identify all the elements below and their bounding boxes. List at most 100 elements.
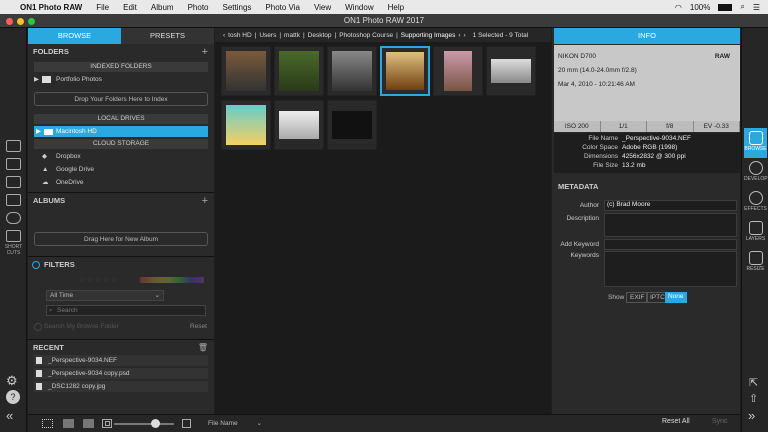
add-keyword-field[interactable] [604,239,737,250]
module-develop[interactable]: DEVELOP [744,158,768,188]
add-folder-icon[interactable]: + [202,45,208,59]
chevron-right-icon[interactable]: › [464,32,466,39]
new-album-drop-zone[interactable]: Drag Here for New Album [34,232,208,246]
path-segment[interactable]: Desktop [308,32,332,39]
menu-album[interactable]: Album [151,3,174,12]
camera-icon[interactable] [6,158,21,170]
thumbnail[interactable] [274,46,324,96]
rating-stars[interactable]: ☆☆☆☆☆ [78,275,119,284]
drive-icon[interactable] [6,194,21,206]
show-none-button[interactable]: None [665,292,687,303]
reset-all-button[interactable]: Reset All [662,418,690,425]
thumbnail[interactable] [486,46,536,96]
cloud-item-google-drive[interactable]: ▲ Google Drive [34,164,208,175]
expand-arrow-icon[interactable]: ▶ [34,74,39,85]
detail-view-icon[interactable] [63,419,74,428]
cloud-item-onedrive[interactable]: ☁ OneDrive [34,177,208,188]
cloud-item-dropbox[interactable]: ◆ Dropbox [34,151,208,162]
drive-item-label: Macintosh HD [56,128,97,135]
color-label-swatches[interactable] [140,277,204,283]
thumbnail[interactable] [327,100,377,150]
zoom-window-icon[interactable] [28,18,35,25]
thumbnail[interactable] [274,100,324,150]
filter-reset-button[interactable]: Reset [190,323,207,330]
filter-toggle-icon[interactable] [32,261,40,269]
description-field[interactable] [604,213,737,237]
path-segment[interactable]: Photoshop Course [339,32,393,39]
filter-search-input[interactable]: ⌕ Search [46,305,206,316]
folder-item-portfolio[interactable]: ▶ Portfolio Photos [34,74,208,85]
share-icon[interactable]: ⇱ [749,376,758,389]
thumbnail-selected[interactable] [380,46,430,96]
menu-view[interactable]: View [314,3,331,12]
search-icon[interactable]: ⌕ [740,2,744,12]
module-browse[interactable]: BROWSE [744,128,767,158]
cloud-icon[interactable] [6,212,21,224]
chevron-left-icon[interactable]: ‹ [458,32,460,39]
export-icon[interactable]: ⇧ [749,392,758,405]
module-label: LAYERS [745,236,766,242]
info-header[interactable]: INFO [554,28,740,44]
folders-header[interactable]: FOLDERS + [28,45,214,59]
shortcuts-label: SHORT CUTS [4,244,23,256]
wifi-icon[interactable]: ◠ [675,3,682,12]
menu-window[interactable]: Window [345,3,373,12]
menu-photo[interactable]: Photo [188,3,209,12]
sort-dropdown[interactable]: File Name ⌄ [208,418,264,429]
filmstrip-view-icon[interactable] [83,419,94,428]
menu-photo-via[interactable]: Photo Via [265,3,300,12]
minimize-window-icon[interactable] [17,18,24,25]
menu-list-icon[interactable]: ☰ [753,3,760,12]
help-icon[interactable]: ? [6,390,20,404]
sync-button[interactable]: Sync [712,418,728,425]
author-field[interactable]: (c) Brad Moore [604,200,737,211]
module-effects[interactable]: EFFECTS [744,188,767,218]
thumbnail[interactable] [327,46,377,96]
heart-album-icon[interactable] [6,176,21,188]
drop-folders-zone[interactable]: Drop Your Folders Here to Index [34,92,208,106]
thumbnail[interactable] [433,46,483,96]
module-layers[interactable]: LAYERS [744,218,767,248]
recent-header[interactable]: RECENT 🗑 [28,341,214,355]
close-window-icon[interactable] [6,18,13,25]
menu-edit[interactable]: Edit [123,3,137,12]
thumbnail-size-slider[interactable] [114,423,174,425]
info-panel: INFO NIKON D700 RAW 20 mm (14.0-24.0mm f… [552,28,740,414]
thumbnail[interactable] [221,46,271,96]
collapse-right-icon[interactable]: » [748,408,755,423]
metadata-title[interactable]: METADATA [558,182,598,191]
date-dropdown[interactable]: All Time ⌄ [46,290,164,301]
drive-item-macintosh-hd[interactable]: ▶ Macintosh HD [34,126,208,137]
path-segment[interactable]: Users [259,32,276,39]
trash-icon[interactable]: 🗑 [198,341,208,355]
expand-arrow-icon[interactable]: ▶ [36,126,41,137]
shortcuts-icon[interactable] [6,230,21,242]
chevron-left-icon[interactable]: ‹ [223,32,225,39]
add-album-icon[interactable]: + [202,194,208,208]
grid-view-icon[interactable] [42,419,53,428]
collapse-left-icon[interactable]: « [6,408,13,423]
recent-item[interactable]: _DSC1282 copy.jpg [34,381,208,392]
recent-item[interactable]: _Perspective-9034 copy.psd [34,368,208,379]
menu-help[interactable]: Help [388,3,404,12]
albums-header[interactable]: ALBUMS + [28,194,214,208]
battery-icon[interactable] [718,3,733,11]
menu-settings[interactable]: Settings [223,3,252,12]
keywords-field[interactable] [604,251,737,287]
tab-presets[interactable]: PRESETS [121,28,214,44]
monitor-icon[interactable] [6,140,21,152]
menu-file[interactable]: File [96,3,109,12]
cloud-storage-heading: CLOUD STORAGE [34,139,208,149]
thumbnail[interactable] [221,100,271,150]
search-browse-checkbox[interactable] [34,323,42,331]
slider-handle[interactable] [151,419,160,428]
path-segment[interactable]: mattk [284,32,300,39]
module-resize[interactable]: RESIZE [744,248,767,278]
menu-app-name[interactable]: ON1 Photo RAW [20,3,82,12]
recent-item[interactable]: _Perspective-9034.NEF [34,355,208,366]
tab-browse[interactable]: BROWSE [28,28,121,44]
filters-header[interactable]: FILTERS [28,258,214,272]
path-segment[interactable]: tosh HD [228,32,251,39]
path-segment-current[interactable]: Supporting Images [401,32,456,39]
gear-icon[interactable]: ⚙ [6,373,18,389]
